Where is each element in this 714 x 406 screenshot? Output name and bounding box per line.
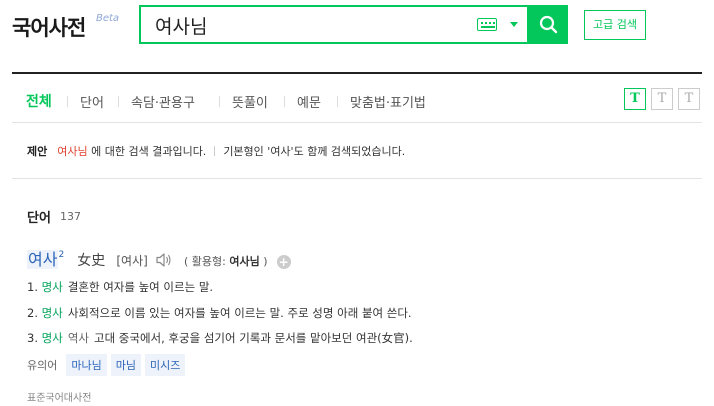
homonym-number: 2	[58, 250, 65, 260]
header: 국어사전 Beta 고급 검색	[0, 0, 714, 60]
definition-number: 2.	[27, 306, 38, 320]
suggestion-text: 에 대한 검색 결과입니다.	[87, 145, 207, 158]
tab-divider	[337, 96, 338, 107]
definition-text: 고대 중국에서, 후궁을 섬기어 기록과 문서를 맡아보던 여관(女官).	[93, 331, 413, 345]
tab-divider	[118, 96, 119, 107]
suggestion-divider-line	[12, 178, 702, 179]
synonym-chip[interactable]: 마님	[110, 354, 141, 376]
pronunciation: [여사]	[116, 254, 148, 268]
beta-badge: Beta	[96, 13, 120, 24]
header-divider	[12, 72, 702, 74]
synonyms-row: 유의어 마나님 마님 미시즈	[27, 354, 189, 376]
tab-divider	[284, 96, 285, 107]
entry-header: 여사2 女史 [여사] ( 활용형: 여사님 ) +	[27, 246, 291, 272]
definition-field: 역사	[67, 331, 89, 345]
definition-text: 사회적으로 이름 있는 여자를 높여 이르는 말. 주로 성명 아래 붙여 쓴다…	[67, 306, 412, 320]
tabs-divider	[12, 122, 702, 123]
suggestion-base-form-text: 기본형인 '여사'도 함께 검색되었습니다.	[223, 145, 406, 158]
tab-idiom[interactable]: 속담·관용구	[131, 92, 195, 111]
entry-hanja: 女史	[77, 253, 106, 269]
definition-item: 1. 명사 결혼한 여자를 높여 이르는 말.	[27, 279, 213, 295]
part-of-speech: 명사	[41, 280, 63, 294]
font-size-large-button[interactable]: T	[624, 88, 646, 110]
plus-icon[interactable]: +	[276, 255, 291, 269]
definition-item: 3. 명사 역사 고대 중국에서, 후궁을 섬기어 기록과 문서를 맡아보던 여관(…	[27, 330, 413, 346]
search-icon	[539, 15, 558, 34]
synonym-chip[interactable]: 미시즈	[145, 354, 186, 376]
conjugation-value: 여사님	[229, 255, 260, 268]
tab-all[interactable]: 전체	[26, 91, 52, 111]
tab-example[interactable]: 예문	[297, 92, 321, 111]
conjugation-prefix: ( 활용형:	[184, 255, 230, 268]
search-box[interactable]	[139, 5, 529, 44]
font-size-small-button[interactable]: T	[678, 88, 700, 110]
tab-spelling[interactable]: 맞춤법·표기법	[350, 92, 426, 111]
tab-word[interactable]: 단어	[80, 92, 104, 111]
part-of-speech: 명사	[41, 331, 63, 345]
tab-divider	[219, 96, 220, 107]
section-count: 137	[60, 210, 81, 223]
definition-item: 2. 명사 사회적으로 이름 있는 여자를 높여 이르는 말. 주로 성명 아래 …	[27, 305, 412, 321]
search-button[interactable]	[529, 5, 568, 44]
speaker-icon[interactable]	[155, 252, 173, 272]
synonym-label: 유의어	[27, 359, 58, 372]
suggestion-divider	[214, 146, 216, 156]
tab-meaning[interactable]: 뜻풀이	[232, 92, 268, 111]
entry-headword[interactable]: 여사	[27, 250, 59, 269]
font-size-medium-button[interactable]: T	[651, 88, 673, 110]
section-title: 단어	[27, 211, 51, 226]
conjugation-info: ( 활용형: 여사님 )	[184, 255, 268, 268]
definition-number: 1.	[27, 280, 38, 294]
definition-text: 결혼한 여자를 높여 이르는 말.	[67, 280, 214, 294]
conjugation-suffix: )	[259, 255, 268, 268]
search-input[interactable]	[155, 12, 455, 38]
suggestion-query[interactable]: 여사님	[57, 145, 87, 158]
dictionary-source[interactable]: 표준국어대사전	[27, 389, 91, 404]
synonym-chip[interactable]: 마나님	[66, 354, 107, 376]
part-of-speech: 명사	[41, 306, 63, 320]
suggestion-label: 제안	[27, 145, 48, 158]
search-suggestion: 제안 여사님 에 대한 검색 결과입니다. 기본형인 '여사'도 함께 검색되었습니…	[27, 143, 405, 159]
dropdown-icon[interactable]	[510, 22, 518, 27]
tab-divider	[67, 96, 68, 107]
advanced-search-button[interactable]: 고급 검색	[584, 10, 646, 40]
logo[interactable]: 국어사전	[12, 12, 86, 42]
definition-number: 3.	[27, 331, 38, 345]
keyboard-icon[interactable]	[477, 18, 497, 31]
